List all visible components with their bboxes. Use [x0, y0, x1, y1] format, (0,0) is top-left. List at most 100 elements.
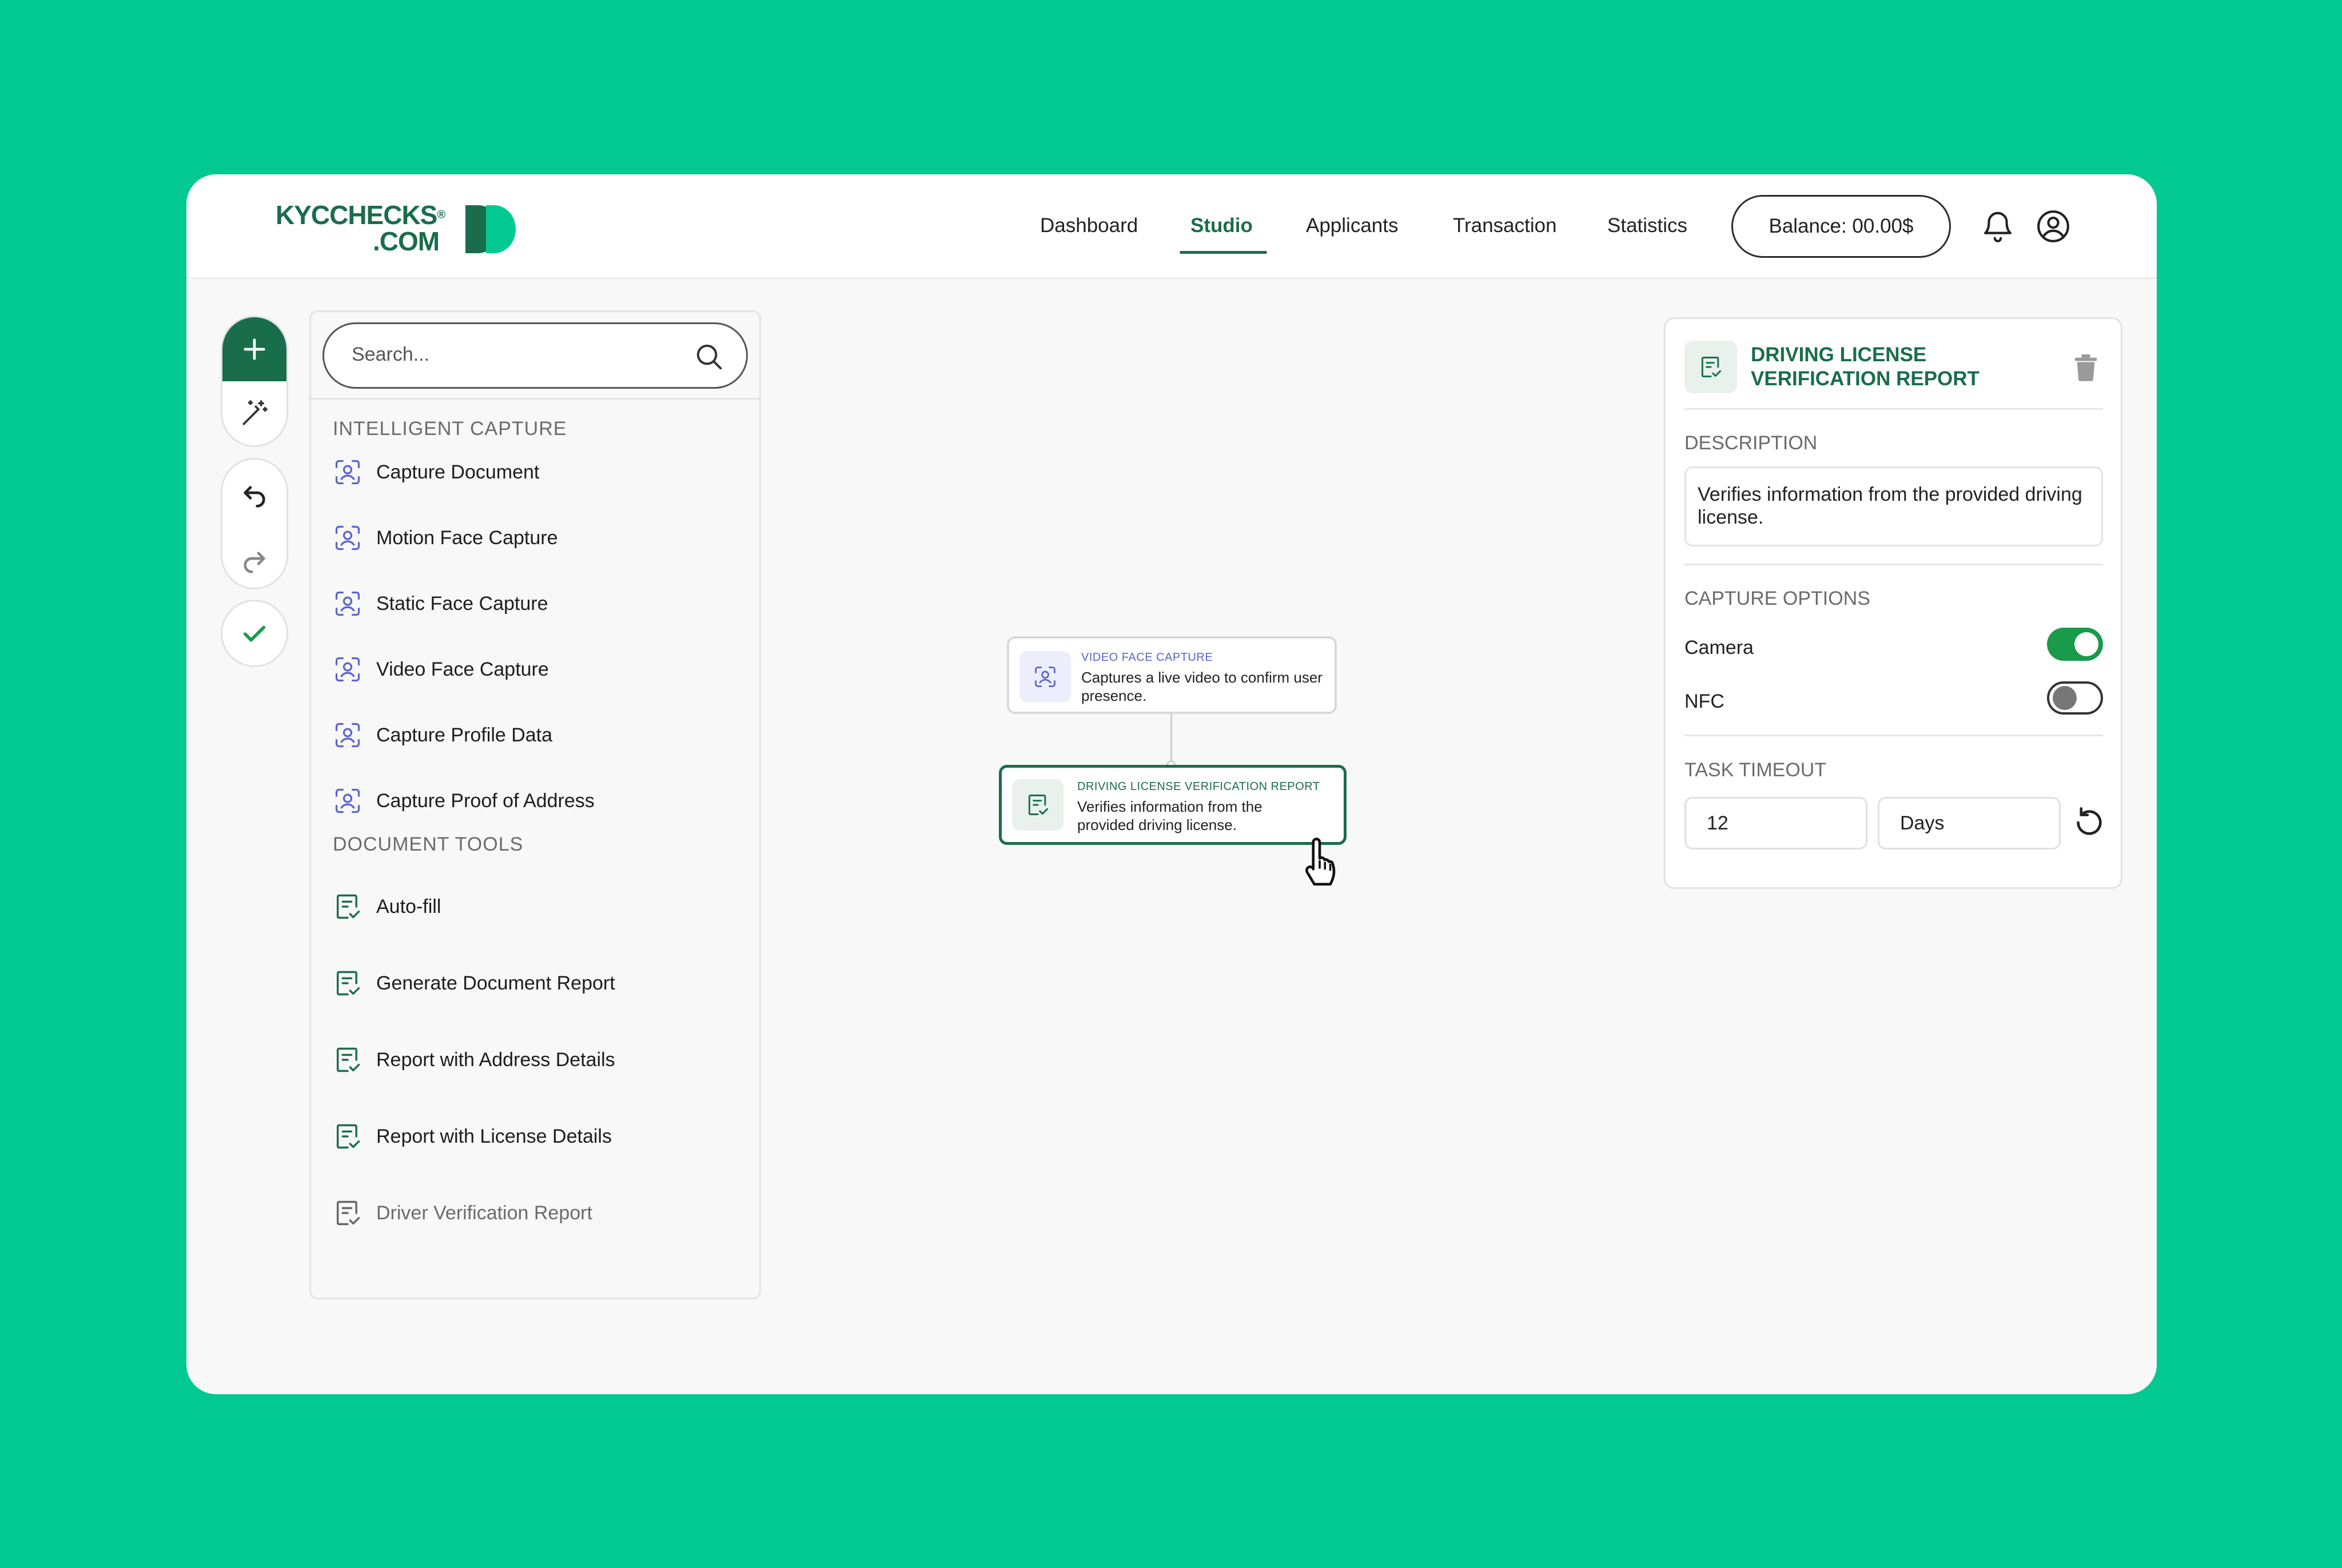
- document-check-icon: [336, 1124, 360, 1149]
- redo-button[interactable]: [222, 525, 286, 588]
- intelligent-capture-title: INTELLIGENT CAPTURE: [333, 418, 567, 440]
- document-tools-title: DOCUMENT TOOLS: [333, 833, 524, 855]
- document-check-icon: [336, 1200, 360, 1226]
- check-icon: [243, 625, 266, 642]
- library-item-motion-face-capture[interactable]: Motion Face Capture: [333, 521, 558, 555]
- timeout-value: 12: [1707, 812, 1728, 834]
- hand-pointer-icon: [1305, 837, 1336, 886]
- node-connector: [1170, 713, 1172, 766]
- library-item-label: Capture Profile Data: [376, 724, 553, 746]
- document-check-icon: [1028, 795, 1048, 815]
- canvas-node-driving-license-report[interactable]: DRIVING LICENSE VERIFICATION REPORT Veri…: [999, 765, 1347, 845]
- face-scan-icon: [335, 657, 360, 682]
- balance-button[interactable]: Balance: 00.00$: [1731, 195, 1951, 258]
- document-check-icon: [336, 971, 360, 996]
- document-check-icon: [336, 894, 360, 919]
- face-scan-icon: [1035, 667, 1056, 687]
- canvas-node-video-face-capture[interactable]: VIDEO FACE CAPTURE Captures a live video…: [1007, 636, 1337, 714]
- magic-wand-icon: [242, 400, 268, 425]
- user-circle-icon[interactable]: [2036, 209, 2071, 244]
- timeout-unit: Days: [1900, 812, 1945, 834]
- search-divider: [311, 398, 759, 400]
- undo-button[interactable]: [222, 460, 286, 525]
- confirm-tool-group: [221, 600, 288, 667]
- node-description: Verifies information from the provided d…: [1077, 798, 1262, 833]
- face-scan-icon: [335, 460, 360, 485]
- task-library-panel: Search... INTELLIGENT CAPTURE Capture Do…: [309, 310, 761, 1299]
- toggle-knob: [2053, 686, 2077, 710]
- magic-button[interactable]: [222, 381, 286, 445]
- reset-icon[interactable]: [2072, 805, 2107, 840]
- node-icon-box: [1019, 651, 1071, 703]
- bell-icon[interactable]: [1980, 209, 2016, 244]
- plus-icon: [244, 338, 265, 360]
- library-item-label: Generate Document Report: [376, 972, 615, 994]
- inspector-divider: [1684, 735, 2103, 736]
- add-tool-group: [221, 316, 288, 447]
- top-header: KYCCHECKS® .COM Dashboard Studio Applica…: [186, 174, 2157, 279]
- face-scan-icon: [335, 525, 360, 550]
- trash-icon[interactable]: [2073, 353, 2099, 382]
- description-label: DESCRIPTION: [1684, 432, 1818, 454]
- timeout-value-input[interactable]: 12: [1684, 797, 1867, 849]
- camera-option-label: Camera: [1684, 637, 1754, 659]
- library-item-label: Report with License Details: [376, 1125, 612, 1147]
- library-item-label: Driver Verification Report: [376, 1202, 592, 1224]
- nfc-option-label: NFC: [1684, 691, 1724, 712]
- inspector-icon-box: [1684, 341, 1737, 393]
- library-item-label: Capture Document: [376, 461, 540, 483]
- nav-active-indicator: [1180, 251, 1267, 254]
- nav-transaction[interactable]: Transaction: [1453, 214, 1557, 237]
- search-icon[interactable]: [694, 341, 724, 372]
- history-tool-group: [221, 458, 288, 589]
- library-item-capture-document[interactable]: Capture Document: [333, 455, 539, 489]
- inspector-title: DRIVING LICENSE VERIFICATION REPORT: [1751, 344, 1979, 390]
- nav-studio[interactable]: Studio: [1190, 214, 1253, 237]
- library-item-report-with-license-details[interactable]: Report with License Details: [333, 1119, 612, 1154]
- face-scan-icon: [335, 788, 360, 813]
- library-item-capture-proof-of-address[interactable]: Capture Proof of Address: [333, 784, 595, 818]
- library-item-label: Auto-fill: [376, 895, 441, 917]
- library-item-driver-verification-report[interactable]: Driver Verification Report: [333, 1196, 592, 1230]
- nav-dashboard[interactable]: Dashboard: [1040, 214, 1138, 237]
- library-item-capture-profile-data[interactable]: Capture Profile Data: [333, 718, 552, 752]
- document-check-icon: [1701, 357, 1721, 377]
- library-item-label: Motion Face Capture: [376, 526, 558, 549]
- node-title: DRIVING LICENSE VERIFICATION REPORT: [1077, 780, 1320, 793]
- library-item-report-with-address-details[interactable]: Report with Address Details: [333, 1043, 615, 1077]
- inspector-divider: [1684, 564, 2103, 565]
- library-item-label: Video Face Capture: [376, 658, 549, 680]
- add-button[interactable]: [222, 317, 286, 381]
- face-scan-icon: [335, 591, 360, 616]
- task-inspector-panel: DRIVING LICENSE VERIFICATION REPORT DESC…: [1664, 317, 2122, 889]
- node-icon-box: [1012, 779, 1064, 831]
- toggle-knob: [2074, 632, 2098, 656]
- document-check-icon: [336, 1047, 360, 1072]
- confirm-button[interactable]: [222, 601, 286, 665]
- library-item-static-face-capture[interactable]: Static Face Capture: [333, 586, 548, 621]
- library-item-generate-document-report[interactable]: Generate Document Report: [333, 966, 615, 1000]
- inspector-divider: [1684, 408, 2103, 410]
- capture-options-label: CAPTURE OPTIONS: [1684, 588, 1870, 609]
- balance-label: Balance: 00.00$: [1769, 215, 1914, 237]
- nfc-toggle[interactable]: [2047, 681, 2103, 715]
- node-title: VIDEO FACE CAPTURE: [1081, 651, 1213, 664]
- library-item-video-face-capture[interactable]: Video Face Capture: [333, 652, 549, 687]
- timeout-unit-select[interactable]: Days: [1878, 797, 2061, 849]
- face-scan-icon: [335, 723, 360, 748]
- task-timeout-label: TASK TIMEOUT: [1684, 759, 1827, 781]
- camera-toggle[interactable]: [2047, 628, 2103, 661]
- nav-statistics[interactable]: Statistics: [1607, 214, 1687, 237]
- library-item-auto-fill[interactable]: Auto-fill: [333, 889, 441, 924]
- redo-icon: [244, 551, 265, 573]
- node-description: Captures a live video to confirm user pr…: [1081, 669, 1323, 704]
- library-item-label: Capture Proof of Address: [376, 789, 595, 812]
- search-input[interactable]: Search...: [352, 344, 429, 366]
- description-field[interactable]: Verifies information from the provided d…: [1684, 466, 2103, 546]
- undo-icon: [244, 485, 265, 508]
- nav-applicants[interactable]: Applicants: [1306, 214, 1398, 237]
- library-item-label: Static Face Capture: [376, 592, 548, 615]
- app-window: KYCCHECKS® .COM Dashboard Studio Applica…: [186, 174, 2157, 1394]
- library-item-label: Report with Address Details: [376, 1048, 615, 1071]
- search-box[interactable]: Search...: [322, 322, 748, 389]
